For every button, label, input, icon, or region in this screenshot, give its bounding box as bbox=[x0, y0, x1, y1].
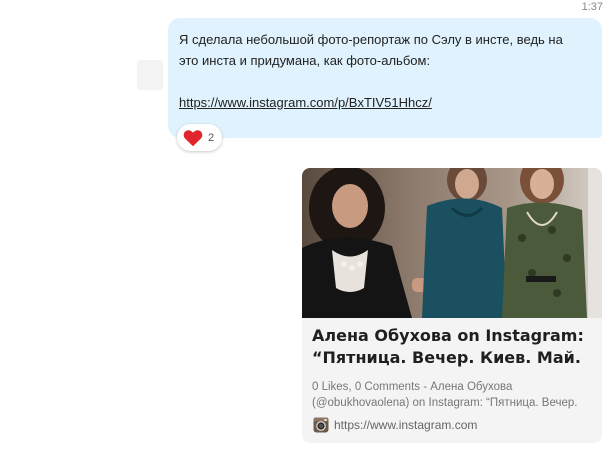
preview-title[interactable]: Алена Обухова on Instagram: “Пятница. Ве… bbox=[312, 325, 590, 369]
instagram-link[interactable]: https://www.instagram.com/p/BxTIV51Hhcz/ bbox=[179, 92, 432, 113]
message-text: Я сделала небольшой фото-репортаж по Сэл… bbox=[179, 32, 563, 68]
message-bubble[interactable]: Я сделала небольшой фото-репортаж по Сэл… bbox=[168, 18, 602, 138]
heart-icon bbox=[183, 129, 203, 146]
preview-source-url: https://www.instagram.com bbox=[334, 418, 478, 432]
reaction-count: 2 bbox=[208, 131, 215, 144]
message-timestamp: 1:37 bbox=[581, 1, 603, 13]
preview-description: 0 Likes, 0 Comments - Алена Обухова (@ob… bbox=[312, 381, 578, 409]
avatar-placeholder bbox=[137, 60, 163, 90]
reaction-badge[interactable]: 2 bbox=[177, 124, 223, 151]
instagram-icon bbox=[313, 417, 329, 433]
preview-source[interactable]: https://www.instagram.com bbox=[313, 417, 592, 433]
preview-photo bbox=[302, 168, 602, 318]
link-preview-card[interactable]: Алена Обухова on Instagram: “Пятница. Ве… bbox=[302, 168, 602, 443]
